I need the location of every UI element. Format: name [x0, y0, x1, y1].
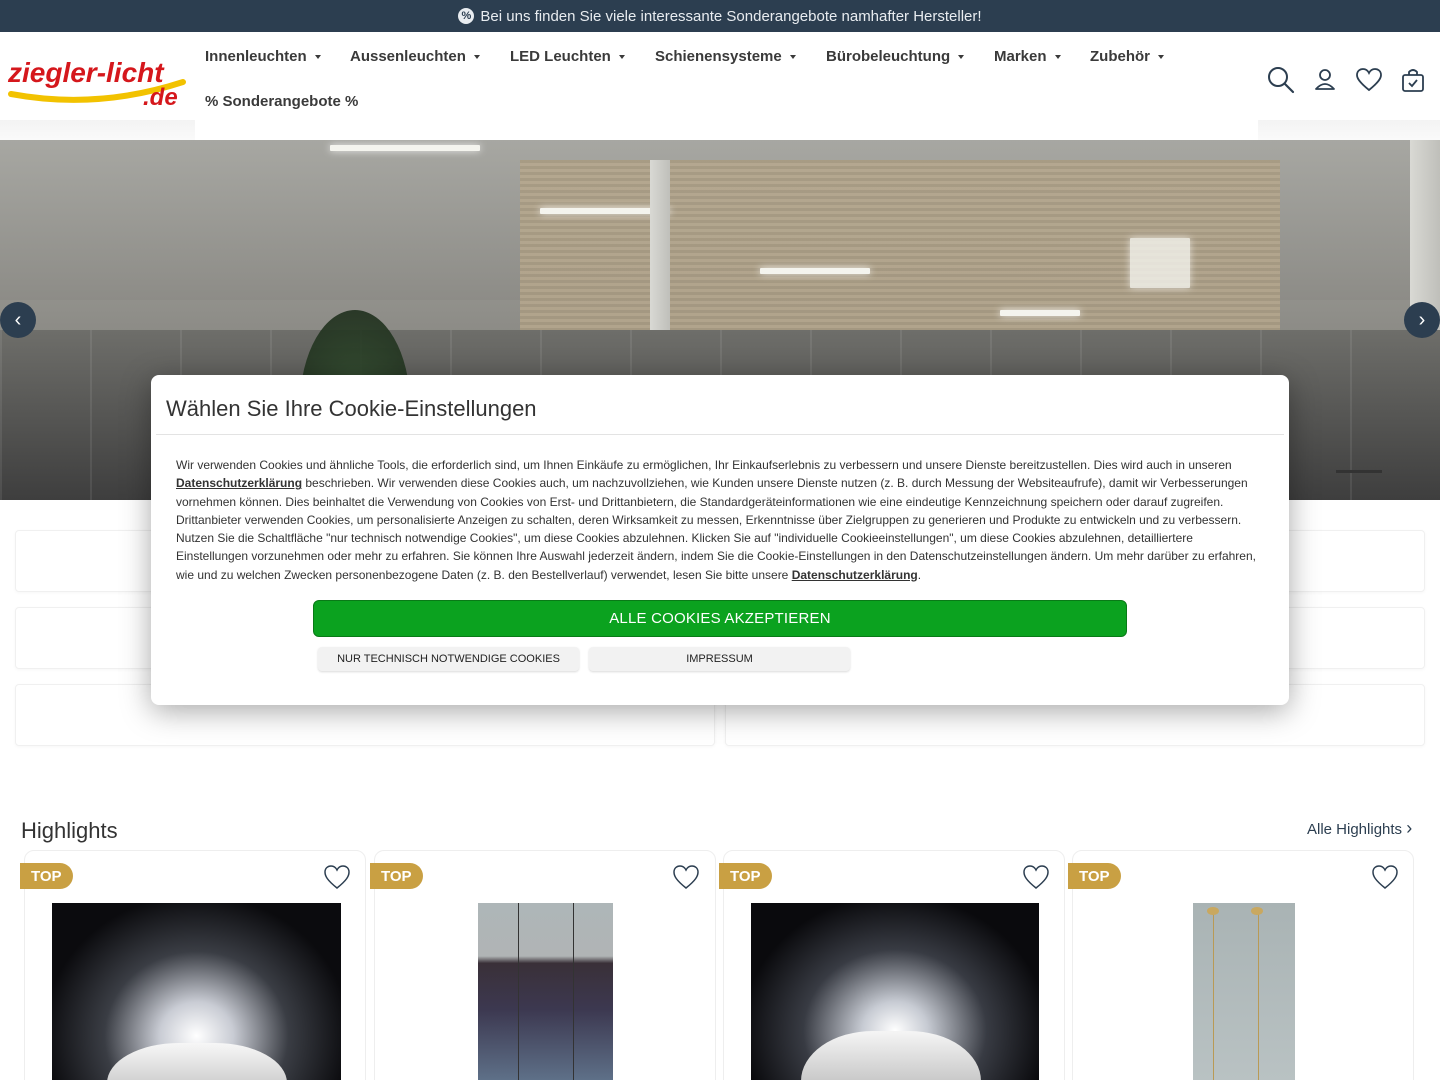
privacy-policy-link[interactable]: Datenschutzerklärung [176, 476, 302, 490]
cookie-dialog-title: Wählen Sie Ihre Cookie-Einstellungen [166, 396, 537, 421]
percent-icon: % [458, 8, 475, 24]
logo-text: ziegler-licht [7, 57, 165, 88]
impressum-button[interactable]: IMPRESSUM [589, 647, 850, 671]
wishlist-heart-icon[interactable] [1022, 864, 1050, 890]
cart-bag-icon[interactable] [1399, 66, 1427, 94]
lamp-shape [801, 1031, 981, 1080]
nav-item-schienensysteme[interactable]: Schienensysteme [655, 48, 796, 65]
caret-down-icon [789, 55, 796, 60]
hero-light-panel [330, 145, 480, 151]
caret-down-icon [1158, 55, 1164, 60]
divider [156, 434, 1284, 435]
caret-down-icon [618, 55, 625, 60]
top-badge: TOP [370, 863, 423, 889]
lamp-canopy [1207, 907, 1219, 915]
promo-bar: % Bei uns finden Sie viele interessante … [0, 0, 1440, 32]
highlights-heading: Highlights [21, 818, 118, 843]
lamp-canopy [1251, 907, 1263, 915]
caret-down-icon [1054, 55, 1061, 60]
wishlist-heart-icon[interactable] [1371, 864, 1399, 890]
chevron-right-icon: › [1406, 818, 1413, 838]
accept-all-cookies-button[interactable]: ALLE COOKIES AKZEPTIEREN [313, 600, 1127, 637]
header-actions [1258, 32, 1440, 120]
caret-down-icon [314, 55, 321, 60]
wishlist-heart-icon[interactable] [1355, 66, 1383, 94]
account-icon[interactable] [1311, 66, 1339, 94]
header-shadow [0, 120, 195, 140]
product-image[interactable] [751, 903, 1039, 1080]
slider-prev-button[interactable]: ‹ [0, 302, 36, 338]
lamp-cable [1258, 913, 1259, 1080]
lamp-cable [518, 903, 519, 1080]
search-icon[interactable] [1267, 66, 1295, 94]
lamp-cable [573, 903, 574, 1080]
nav-item-sonderangebote[interactable]: % Sonderangebote % [205, 93, 358, 110]
hero-light-panel [1000, 310, 1080, 316]
top-badge: TOP [1068, 863, 1121, 889]
cookie-dialog-text: Wir verwenden Cookies und ähnliche Tools… [176, 458, 1256, 582]
header-shadow [1258, 120, 1440, 140]
product-image[interactable] [1193, 903, 1295, 1080]
wishlist-heart-icon[interactable] [672, 864, 700, 890]
necessary-cookies-only-button[interactable]: NUR TECHNISCH NOTWENDIGE COOKIES [318, 647, 579, 671]
lamp-shape [107, 1043, 287, 1080]
nav-item-marken[interactable]: Marken [994, 48, 1061, 65]
nav-item-aussenleuchten[interactable]: Aussenleuchten [350, 48, 480, 65]
site-logo[interactable]: ziegler-licht .de [7, 56, 187, 116]
caret-down-icon [473, 55, 480, 60]
top-badge: TOP [719, 863, 772, 889]
nav-item-zubehoer[interactable]: Zubehör [1090, 48, 1164, 65]
top-badge: TOP [20, 863, 73, 889]
site-header: ziegler-licht .de Innenleuchten Aussenle… [0, 32, 1440, 140]
slider-next-button[interactable]: › [1404, 302, 1440, 338]
wishlist-heart-icon[interactable] [323, 864, 351, 890]
nav-item-led-leuchten[interactable]: LED Leuchten [510, 48, 625, 65]
privacy-policy-link[interactable]: Datenschutzerklärung [792, 568, 918, 582]
lamp-cable [1213, 913, 1214, 1080]
all-highlights-link[interactable]: Alle Highlights › [1307, 818, 1412, 839]
main-nav: Innenleuchten Aussenleuchten LED Leuchte… [195, 32, 1245, 132]
hero-light-panel [760, 268, 870, 274]
product-image[interactable] [52, 903, 341, 1080]
logo-tld: .de [143, 84, 178, 111]
cookie-consent-dialog: Wählen Sie Ihre Cookie-Einstellungen Wir… [151, 375, 1289, 705]
hero-light-panel [1130, 238, 1190, 288]
caret-down-icon [958, 55, 965, 60]
nav-item-buerobeleuchtung[interactable]: Bürobeleuchtung [826, 48, 965, 65]
slider-indicator[interactable] [1336, 470, 1382, 473]
product-image[interactable] [478, 903, 613, 1080]
nav-item-innenleuchten[interactable]: Innenleuchten [205, 48, 321, 65]
promo-text: Bei uns finden Sie viele interessante So… [480, 7, 982, 25]
